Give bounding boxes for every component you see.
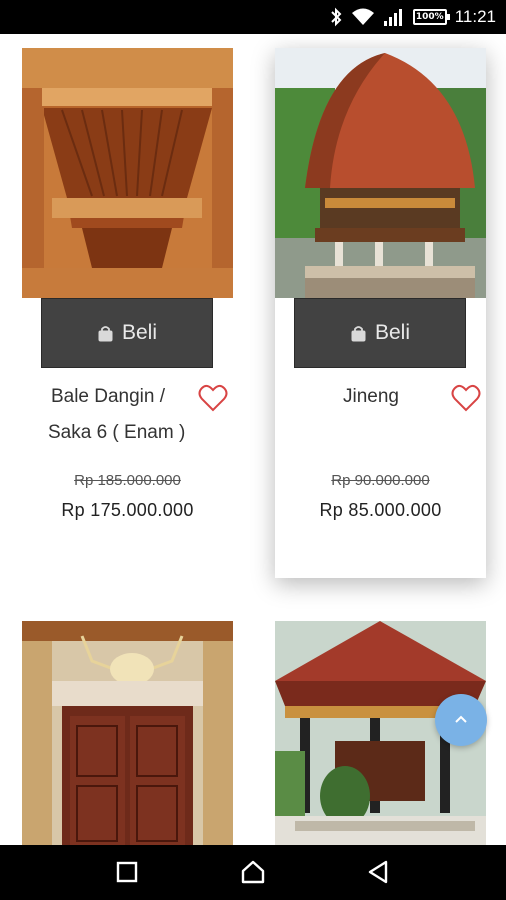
clock: 11:21 [454,7,496,26]
scroll-to-top-button[interactable] [435,694,487,746]
battery-level: 100% [415,12,444,22]
heart-icon[interactable] [198,384,228,412]
bluetooth-icon [331,7,342,27]
product-title-line1: Jineng [343,386,399,407]
chevron-up-icon [455,715,467,723]
product-image[interactable] [275,48,486,298]
recent-apps-button[interactable] [112,857,142,887]
buy-button[interactable]: Beli [294,298,466,368]
wifi-icon [351,8,374,25]
back-button[interactable] [364,857,394,887]
navigation-bar [0,845,506,900]
product-title-line1: Bale Dangin / [50,386,166,407]
product-image[interactable] [22,621,233,845]
product-title-line2: Saka 6 ( Enam ) [48,422,186,443]
shopping-bag-icon [351,325,366,341]
sale-price: Rp 175.000.000 [61,500,194,520]
product-title[interactable]: Jineng [275,380,467,414]
product-title[interactable]: Bale Dangin / [22,380,194,414]
battery-icon: 100% [412,9,450,25]
product-card[interactable]: Beli Jineng Rp 90.000.000 Rp 85.000.000 [275,48,486,578]
product-title-continued[interactable]: Saka 6 ( Enam ) [48,416,208,450]
product-image[interactable] [22,48,233,298]
buy-label: Beli [374,321,411,344]
buy-label: Beli [121,321,158,344]
buy-button[interactable]: Beli [41,298,213,368]
original-price: Rp 185.000.000 [74,472,181,489]
original-price: Rp 90.000.000 [331,472,430,489]
shopping-bag-icon [98,325,113,341]
product-card[interactable]: Beli Bale Dangin / Saka 6 ( Enam ) Rp 18… [22,48,233,578]
heart-icon[interactable] [451,384,481,412]
status-icons: 100% 11:21 [329,0,496,34]
product-card[interactable] [22,621,233,845]
signal-icon [383,9,402,26]
sale-price: Rp 85.000.000 [319,500,442,520]
status-bar: 100% 11:21 [0,0,506,34]
home-button[interactable] [238,857,268,887]
product-grid: Beli Bale Dangin / Saka 6 ( Enam ) Rp 18… [0,34,506,845]
